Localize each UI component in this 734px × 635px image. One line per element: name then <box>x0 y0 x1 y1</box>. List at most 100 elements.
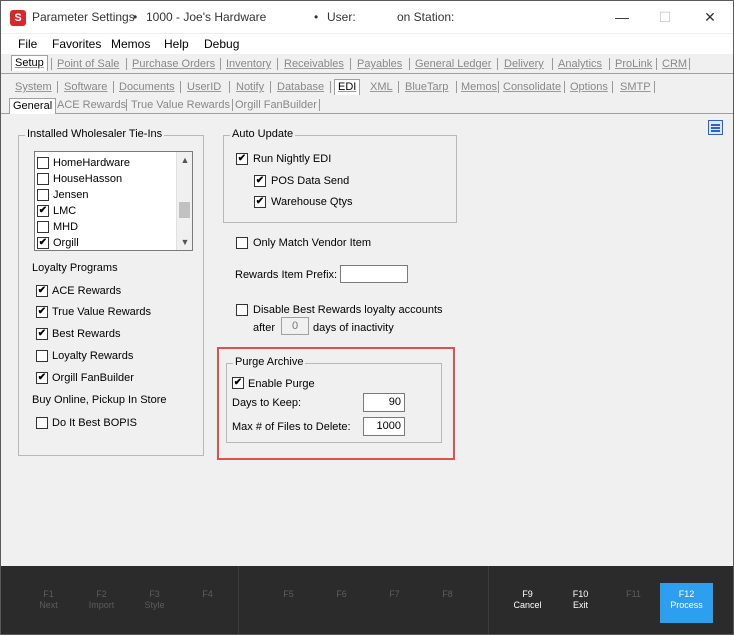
f9-cancel-button[interactable]: F9 Cancel <box>501 566 554 634</box>
bopis-label: Buy Online, Pickup In Store <box>32 394 167 406</box>
f8-button[interactable]: F8 <box>421 566 474 634</box>
tab-general[interactable]: General <box>9 98 57 114</box>
user-label: User: <box>327 10 356 24</box>
loyalty-programs-label: Loyalty Programs <box>32 262 118 274</box>
checkbox[interactable] <box>37 189 49 201</box>
minimize-button[interactable]: — <box>599 1 645 33</box>
warehouse-qtys-checkbox[interactable]: ✔ <box>254 196 266 208</box>
wholesaler-group-title: Installed Wholesaler Tie-Ins <box>25 128 165 140</box>
tab-database[interactable]: Database <box>277 81 324 93</box>
checkbox[interactable]: ✔ <box>37 205 49 217</box>
tab-xml[interactable]: XML <box>370 81 393 93</box>
tab-options[interactable]: Options <box>570 81 608 93</box>
f10-exit-button[interactable]: F10 Exit <box>554 566 607 634</box>
tabs-main: Setup Point of Sale Purchase Orders Inve… <box>1 54 733 74</box>
tabs-edi: General ACE Rewards True Value Rewards O… <box>1 97 733 114</box>
tab-crm[interactable]: CRM <box>662 58 687 70</box>
true-value-rewards-label: True Value Rewards <box>52 306 152 318</box>
f5-button[interactable]: F5 <box>262 566 315 634</box>
scroll-thumb[interactable] <box>179 202 190 218</box>
title-bar[interactable]: S Parameter Settings • 1000 - Joe's Hard… <box>1 1 733 33</box>
f7-button[interactable]: F7 <box>368 566 421 634</box>
tab-userid[interactable]: UserID <box>187 81 221 93</box>
f6-button[interactable]: F6 <box>315 566 368 634</box>
menu-debug[interactable]: Debug <box>204 37 239 51</box>
title-bullet: • <box>133 10 138 24</box>
f1-next-button[interactable]: F1 Next <box>22 566 75 634</box>
maximize-button[interactable]: ☐ <box>642 1 688 33</box>
do-it-best-bopis-label: Do It Best BOPIS <box>52 417 137 429</box>
checkbox[interactable] <box>37 221 49 233</box>
run-nightly-edi-checkbox[interactable]: ✔ <box>236 153 248 165</box>
only-match-vendor-checkbox[interactable] <box>236 237 248 249</box>
menu-file[interactable]: File <box>18 37 37 51</box>
ace-rewards-checkbox[interactable]: ✔ <box>36 285 48 297</box>
f4-button[interactable]: F4 <box>181 566 234 634</box>
checkbox[interactable]: ✔ <box>37 237 49 249</box>
rewards-prefix-label: Rewards Item Prefix: <box>235 269 338 281</box>
tab-software[interactable]: Software <box>64 81 107 93</box>
ace-rewards-label: ACE Rewards <box>52 285 122 297</box>
tab-documents[interactable]: Documents <box>119 81 175 93</box>
do-it-best-bopis-checkbox[interactable] <box>36 417 48 429</box>
tab-orgill-fanbuilder[interactable]: Orgill FanBuilder <box>235 99 317 111</box>
app-logo-icon: S <box>10 10 26 26</box>
tab-point-of-sale[interactable]: Point of Sale <box>57 58 119 70</box>
tab-bluetarp[interactable]: BlueTarp <box>405 81 448 93</box>
window-title: Parameter Settings <box>32 10 135 24</box>
f2-import-button[interactable]: F2 Import <box>75 566 128 634</box>
orgill-fanbuilder-label: Orgill FanBuilder <box>52 372 134 384</box>
tab-consolidate[interactable]: Consolidate <box>503 81 561 93</box>
pos-data-send-checkbox[interactable]: ✔ <box>254 175 266 187</box>
rewards-prefix-input[interactable] <box>340 265 408 283</box>
tab-inventory[interactable]: Inventory <box>226 58 271 70</box>
f12-process-button[interactable]: F12 Process <box>660 583 713 623</box>
best-rewards-checkbox[interactable]: ✔ <box>36 328 48 340</box>
inactivity-days-input[interactable]: 0 <box>281 317 309 335</box>
tab-setup[interactable]: Setup <box>11 55 48 71</box>
tab-delivery[interactable]: Delivery <box>504 58 544 70</box>
tab-memos[interactable]: Memos <box>461 81 497 93</box>
parameter-settings-window: S Parameter Settings • 1000 - Joe's Hard… <box>0 0 734 635</box>
f11-button[interactable]: F11 <box>607 566 660 634</box>
user-name-redacted <box>358 13 394 24</box>
menu-help[interactable]: Help <box>164 37 189 51</box>
tab-notify[interactable]: Notify <box>236 81 264 93</box>
tab-payables[interactable]: Payables <box>357 58 402 70</box>
orgill-fanbuilder-checkbox[interactable]: ✔ <box>36 372 48 384</box>
options-menu-icon[interactable] <box>708 120 723 135</box>
tab-prolink[interactable]: ProLink <box>615 58 652 70</box>
after-label: after <box>253 322 276 334</box>
tab-system[interactable]: System <box>15 81 52 93</box>
listbox-scrollbar[interactable]: ▲ ▼ <box>176 152 192 250</box>
loyalty-rewards-checkbox[interactable] <box>36 350 48 362</box>
tab-receivables[interactable]: Receivables <box>284 58 344 70</box>
menu-bar: File Favorites Memos Help Debug <box>1 34 733 54</box>
tab-analytics[interactable]: Analytics <box>558 58 602 70</box>
checkbox[interactable] <box>37 173 49 185</box>
disable-best-rewards-checkbox[interactable] <box>236 304 248 316</box>
tab-edi[interactable]: EDI <box>334 79 361 95</box>
only-match-vendor-label: Only Match Vendor Item <box>253 237 371 249</box>
true-value-rewards-checkbox[interactable]: ✔ <box>36 306 48 318</box>
tab-purchase-orders[interactable]: Purchase Orders <box>132 58 215 70</box>
tabs-setup: System Software Documents UserID Notify … <box>1 78 733 96</box>
store-name: 1000 - Joe's Hardware <box>146 10 267 24</box>
tab-true-value-rewards[interactable]: True Value Rewards <box>131 99 230 111</box>
tab-smtp[interactable]: SMTP <box>620 81 651 93</box>
menu-favorites[interactable]: Favorites <box>52 37 101 51</box>
loyalty-rewards-label: Loyalty Rewards <box>52 350 134 362</box>
best-rewards-label: Best Rewards <box>52 328 121 340</box>
tab-general-ledger[interactable]: General Ledger <box>415 58 491 70</box>
close-button[interactable]: ✕ <box>687 1 733 33</box>
warehouse-qtys-label: Warehouse Qtys <box>271 196 353 208</box>
checkbox[interactable] <box>37 157 49 169</box>
menu-memos[interactable]: Memos <box>111 37 150 51</box>
run-nightly-edi-label: Run Nightly EDI <box>253 153 332 165</box>
tab-ace-rewards[interactable]: ACE Rewards <box>57 99 126 111</box>
f3-style-button[interactable]: F3 Style <box>128 566 181 634</box>
scroll-down-icon[interactable]: ▼ <box>177 234 192 250</box>
scroll-up-icon[interactable]: ▲ <box>177 152 192 168</box>
pos-data-send-label: POS Data Send <box>271 175 350 187</box>
wholesaler-listbox[interactable]: HomeHardware HouseHasson Jensen ✔ LMC MH… <box>34 151 193 251</box>
